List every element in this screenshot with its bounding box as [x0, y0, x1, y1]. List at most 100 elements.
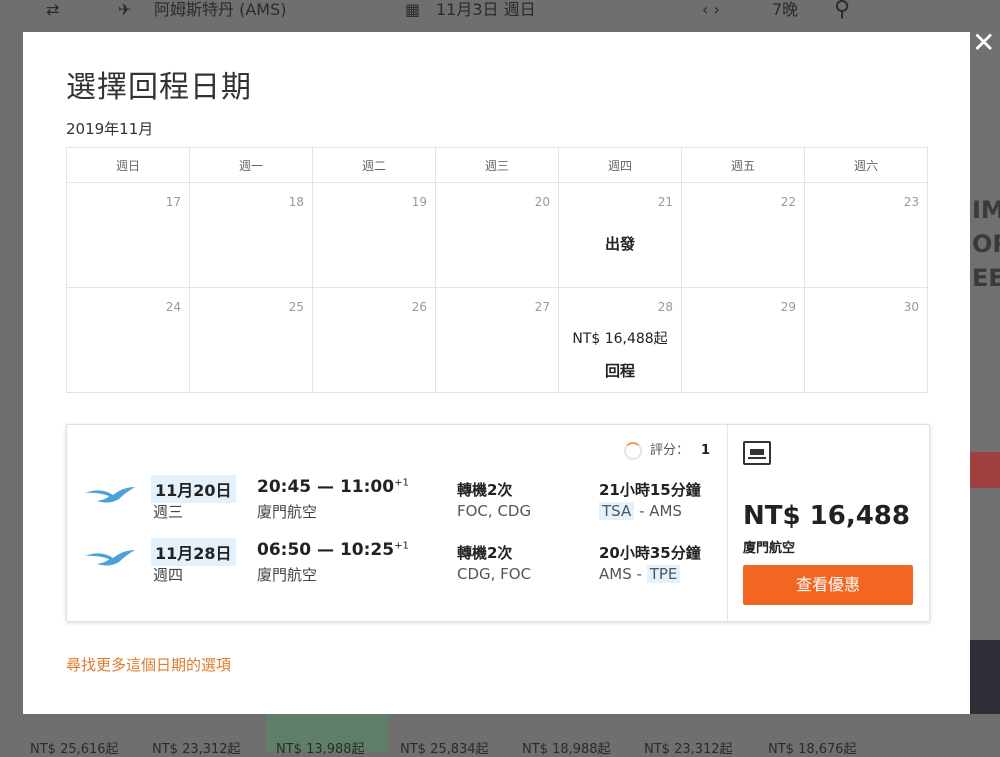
leg-weekday: 週三	[153, 503, 184, 521]
bg-price: NT$ 23,312起	[152, 742, 241, 757]
weekday-header: 週六	[804, 147, 928, 183]
bg-price: NT$ 25,616起	[30, 742, 119, 757]
leg-times: 20:45 — 11:00+1	[257, 477, 409, 497]
leg-stops: 轉機2次	[457, 544, 513, 562]
day-number: 21	[657, 195, 673, 209]
view-deal-button[interactable]: 查看優惠	[743, 565, 913, 605]
day-number: 28	[657, 300, 673, 314]
day-number: 29	[780, 300, 796, 314]
xiamen-airlines-logo-icon	[85, 487, 135, 503]
return-leg: 11月28日 週四 06:50 — 10:25+1 廈門航空 轉機2次 CDG,…	[67, 538, 727, 584]
leg-airline: 廈門航空	[257, 566, 318, 584]
calendar-grid: 週日 週一 週二 週三 週四 週五 週六 17 18 19 20 21 出發 2…	[66, 147, 928, 393]
rating: 評分： 1	[624, 439, 710, 460]
day-offset: +1	[394, 477, 409, 489]
weekday-header: 週日	[66, 147, 190, 183]
calendar-day[interactable]: 23	[804, 182, 928, 288]
calendar-day[interactable]: 20	[435, 182, 559, 288]
leg-date: 11月20日	[151, 475, 236, 503]
leg-via: FOC, CDG	[457, 502, 532, 520]
modal-title: 選擇回程日期	[66, 70, 252, 105]
leg-airline: 廈門航空	[257, 503, 318, 521]
bg-ad-text: IM	[972, 196, 1000, 224]
more-options-link[interactable]: 尋找更多這個日期的選項	[66, 654, 231, 675]
day-number: 24	[165, 300, 181, 314]
leg-duration: 20小時35分鐘	[599, 544, 701, 562]
flight-result-card[interactable]: 評分： 1 11月20日 週三 20:45 — 11:00+1 廈門航空 轉機2次…	[66, 424, 930, 622]
calendar-day[interactable]: 25	[189, 287, 313, 393]
calendar-month: 2019年11月	[66, 120, 154, 138]
rating-spinner-icon	[624, 441, 642, 460]
swap-icon: ⇄	[46, 0, 60, 19]
day-number: 26	[411, 300, 427, 314]
bg-date: 11月3日 週日	[436, 0, 536, 19]
leg-route: AMS - TPE	[599, 565, 681, 583]
leg-weekday: 週四	[153, 566, 184, 584]
route-from: AMS	[599, 565, 632, 583]
weekday-header: 週二	[312, 147, 436, 183]
rating-value: 1	[701, 443, 711, 458]
calendar-day[interactable]: 27	[435, 287, 559, 393]
leg-duration: 21小時15分鐘	[599, 481, 701, 499]
calendar-day[interactable]: 30	[804, 287, 928, 393]
day-number: 27	[534, 300, 550, 314]
bg-price: NT$ 23,312起	[644, 742, 733, 757]
leg-route: TSA - AMS	[599, 502, 682, 520]
day-number: 25	[288, 300, 304, 314]
calendar-icon: ▦	[405, 0, 421, 19]
return-price: NT$ 16,488起	[572, 331, 668, 347]
leg-times-text: 20:45 — 11:00	[257, 477, 395, 497]
route-to: TPE	[646, 565, 681, 583]
route-from: TSA	[599, 502, 635, 520]
weekday-header: 週四	[558, 147, 682, 183]
weekday-header: 週五	[681, 147, 805, 183]
route-to: AMS	[649, 502, 682, 520]
search-icon: ⚲	[834, 0, 851, 22]
calendar-day[interactable]: 18	[189, 182, 313, 288]
card-divider	[727, 425, 728, 621]
plane-icon: ✈	[118, 0, 132, 19]
bg-price: NT$ 18,676起	[768, 742, 857, 757]
calendar-day[interactable]: 17	[66, 182, 190, 288]
bg-origin: 阿姆斯特丹 (AMS)	[154, 0, 287, 19]
background-ad	[970, 32, 1000, 714]
bg-ad-text: OR	[972, 230, 1000, 258]
prev-next-icon: ‹ ›	[702, 0, 720, 19]
day-number: 23	[903, 195, 919, 209]
day-number: 18	[288, 195, 304, 209]
background-search-bar: ⇄ ✈ 阿姆斯特丹 (AMS) ▦ 11月3日 週日 ‹ › 7晚 ⚲	[0, 0, 1000, 32]
close-icon[interactable]: ✕	[972, 26, 995, 59]
seat-icon	[743, 441, 771, 465]
calendar-day-return[interactable]: 28 NT$ 16,488起 回程	[558, 287, 682, 393]
calendar-day[interactable]: 19	[312, 182, 436, 288]
return-label: 回程	[604, 362, 635, 380]
return-date-modal: 選擇回程日期 2019年11月 週日 週一 週二 週三 週四 週五 週六 17 …	[23, 32, 970, 714]
bg-ad-banner	[970, 452, 1000, 488]
bg-price: NT$ 25,834起	[400, 742, 489, 757]
bg-ad-text: EE	[972, 264, 1000, 292]
leg-times: 06:50 — 10:25+1	[257, 540, 409, 560]
calendar-day-departure[interactable]: 21 出發	[558, 182, 682, 288]
leg-stops: 轉機2次	[457, 481, 513, 499]
day-number: 19	[411, 195, 427, 209]
leg-via: CDG, FOC	[457, 565, 532, 583]
day-offset: +1	[394, 540, 409, 552]
bg-price: NT$ 13,988起	[276, 742, 365, 757]
bg-nights: 7晚	[772, 0, 799, 19]
departure-label: 出發	[604, 235, 635, 253]
leg-times-text: 06:50 — 10:25	[257, 540, 395, 560]
day-number: 20	[534, 195, 550, 209]
bg-price: NT$ 18,988起	[522, 742, 611, 757]
outbound-leg: 11月20日 週三 20:45 — 11:00+1 廈門航空 轉機2次 FOC,…	[67, 475, 727, 521]
price-airline: 廈門航空	[743, 541, 796, 556]
rating-label: 評分：	[650, 443, 690, 458]
calendar-day[interactable]: 26	[312, 287, 436, 393]
flight-price: NT$ 16,488	[743, 501, 910, 531]
weekday-header: 週一	[189, 147, 313, 183]
day-number: 22	[780, 195, 796, 209]
calendar-day[interactable]: 22	[681, 182, 805, 288]
day-number: 30	[903, 300, 919, 314]
calendar-day[interactable]: 24	[66, 287, 190, 393]
calendar-day[interactable]: 29	[681, 287, 805, 393]
leg-date: 11月28日	[151, 538, 236, 566]
